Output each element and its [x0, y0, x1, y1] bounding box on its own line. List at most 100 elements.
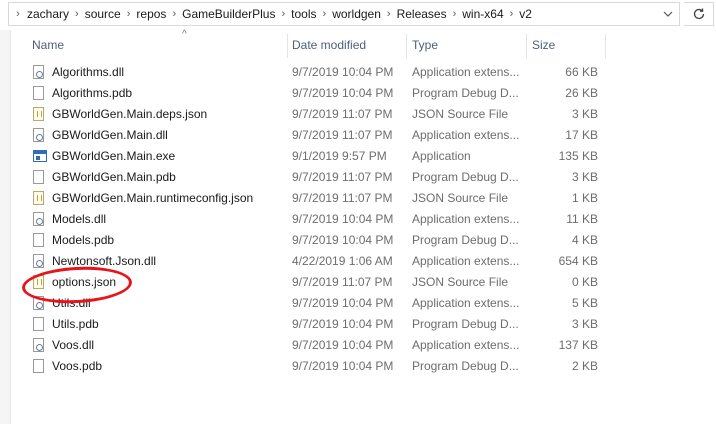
file-row[interactable]: GBWorldGen.Main.runtimeconfig.json 9/7/20… — [0, 188, 716, 209]
chevron-right-icon[interactable]: › — [504, 8, 520, 20]
file-size: 26 KB — [565, 86, 598, 100]
file-type: Application — [412, 149, 471, 163]
file-type: Application extens... — [412, 65, 520, 79]
chevron-right-icon[interactable]: › — [166, 8, 182, 20]
file-name: GBWorldGen.Main.exe — [52, 149, 176, 163]
column-divider[interactable] — [605, 34, 606, 58]
file-icon-cell — [33, 251, 47, 272]
file-icon-cell — [33, 62, 47, 83]
file-row[interactable]: Utils.pdb 9/7/2019 10:04 PM Program Debug … — [0, 314, 716, 335]
file-icon-cell — [33, 104, 47, 125]
breadcrumb-label: v2 — [519, 7, 532, 21]
dll-file-icon — [33, 338, 44, 352]
file-date-modified: 9/7/2019 10:04 PM — [292, 317, 394, 331]
breadcrumb-item[interactable]: Releases › — [397, 3, 463, 25]
file-type: Application extens... — [412, 128, 520, 142]
breadcrumb-item[interactable]: repos › — [136, 3, 182, 25]
breadcrumb-item[interactable]: GameBuilderPlus › — [182, 3, 291, 25]
file-name: Models.pdb — [52, 233, 115, 247]
file-row[interactable]: GBWorldGen.Main.exe 9/1/2019 9:57 PM Appli… — [0, 146, 716, 167]
breadcrumb-item[interactable]: source › — [85, 3, 137, 25]
file-name: GBWorldGen.Main.runtimeconfig.json — [52, 191, 254, 205]
chevron-right-icon[interactable]: › — [317, 8, 333, 20]
file-size: 0 KB — [571, 275, 598, 289]
json-file-icon — [33, 191, 44, 205]
file-date-modified: 9/7/2019 10:04 PM — [292, 65, 394, 79]
chevron-right-icon[interactable]: › — [381, 8, 397, 20]
file-icon-cell — [33, 146, 47, 167]
refresh-icon — [693, 8, 704, 20]
file-date-modified: 9/7/2019 11:07 PM — [292, 191, 393, 205]
file-icon-cell — [33, 188, 47, 209]
file-size: 3 KB — [571, 107, 598, 121]
file-size: 66 KB — [565, 65, 598, 79]
file-size: 5 KB — [571, 296, 598, 310]
breadcrumb-item[interactable]: tools › — [291, 3, 332, 25]
file-type: Program Debug D... — [412, 233, 519, 247]
breadcrumb-item[interactable]: worldgen › — [332, 3, 396, 25]
chevron-down-icon[interactable] — [657, 3, 679, 25]
file-name: Models.dll — [52, 212, 107, 226]
file-size: 3 KB — [571, 317, 598, 331]
file-row[interactable]: Algorithms.pdb 9/7/2019 10:04 PM Program D… — [0, 83, 716, 104]
file-size: 137 KB — [558, 338, 598, 352]
column-divider[interactable] — [406, 34, 407, 58]
refresh-button[interactable] — [684, 2, 714, 26]
file-date-modified: 4/22/2019 1:06 AM — [292, 254, 393, 268]
file-date-modified: 9/7/2019 11:07 PM — [292, 128, 393, 142]
file-type: Application extens... — [412, 338, 520, 352]
file-icon-cell — [33, 314, 47, 335]
column-divider[interactable] — [287, 34, 288, 58]
breadcrumb-label: source — [84, 7, 121, 21]
chevron-right-icon[interactable]: › — [9, 8, 27, 20]
file-date-modified: 9/7/2019 11:07 PM — [292, 170, 393, 184]
file-row[interactable]: GBWorldGen.Main.deps.json 9/7/2019 11:07 … — [0, 104, 716, 125]
file-row[interactable]: GBWorldGen.Main.dll 9/7/2019 11:07 PM Appl… — [0, 125, 716, 146]
chevron-right-icon[interactable]: › — [69, 8, 85, 20]
application-icon — [33, 150, 47, 162]
breadcrumb-item[interactable]: zachary › — [27, 3, 85, 25]
column-header-row: ^ Name Date modified Type Size — [0, 29, 716, 60]
file-name: Voos.pdb — [52, 359, 103, 373]
file-size: 1 KB — [571, 191, 598, 205]
column-header-name[interactable]: ^ Name — [32, 29, 282, 60]
file-name: GBWorldGen.Main.dll — [52, 128, 168, 142]
column-divider[interactable] — [526, 34, 527, 58]
file-name: Utils.pdb — [52, 317, 99, 331]
file-date-modified: 9/7/2019 10:04 PM — [292, 296, 394, 310]
file-row[interactable]: Models.pdb 9/7/2019 10:04 PM Program Debug… — [0, 230, 716, 251]
file-row[interactable]: Models.dll 9/7/2019 10:04 PM Application e… — [0, 209, 716, 230]
file-icon — [33, 359, 44, 373]
chevron-right-icon[interactable]: › — [275, 8, 291, 20]
dll-file-icon — [33, 212, 44, 226]
column-header-size[interactable]: Size — [532, 30, 555, 60]
file-icon-cell — [33, 125, 47, 146]
file-type: Application extens... — [412, 296, 520, 310]
breadcrumb-item[interactable]: win-x64 › — [462, 3, 519, 25]
chevron-right-icon[interactable]: › — [447, 8, 463, 20]
breadcrumb-item[interactable]: v2 — [519, 3, 532, 25]
chevron-right-icon[interactable]: › — [121, 8, 137, 20]
file-date-modified: 9/7/2019 11:07 PM — [292, 107, 393, 121]
file-size: 17 KB — [565, 128, 598, 142]
json-file-icon — [33, 107, 44, 121]
file-type: JSON Source File — [412, 191, 509, 205]
column-header-type[interactable]: Type — [412, 30, 438, 60]
file-row[interactable]: Voos.pdb 9/7/2019 10:04 PM Program Debug D… — [0, 356, 716, 377]
file-row[interactable]: Algorithms.dll 9/7/2019 10:04 PM Applicati… — [0, 62, 716, 83]
dll-file-icon — [33, 254, 44, 268]
breadcrumb-label: Releases — [396, 7, 447, 21]
address-bar[interactable]: › zachary › source › repos › GameBuilderPlus › t… — [8, 2, 680, 26]
file-list: Algorithms.dll 9/7/2019 10:04 PM Applicati… — [0, 62, 716, 377]
file-icon — [33, 170, 44, 184]
file-size: 2 KB — [571, 359, 598, 373]
file-date-modified: 9/1/2019 9:57 PM — [292, 149, 387, 163]
file-icon-cell — [33, 83, 47, 104]
file-icon — [33, 317, 44, 331]
file-size: 654 KB — [558, 254, 598, 268]
file-row[interactable]: Voos.dll 9/7/2019 10:04 PM Application ext… — [0, 335, 716, 356]
file-type: Program Debug D... — [412, 317, 519, 331]
file-row[interactable]: GBWorldGen.Main.pdb 9/7/2019 11:07 PM Prog… — [0, 167, 716, 188]
file-date-modified: 9/7/2019 10:04 PM — [292, 359, 394, 373]
column-header-date[interactable]: Date modified — [292, 30, 366, 60]
